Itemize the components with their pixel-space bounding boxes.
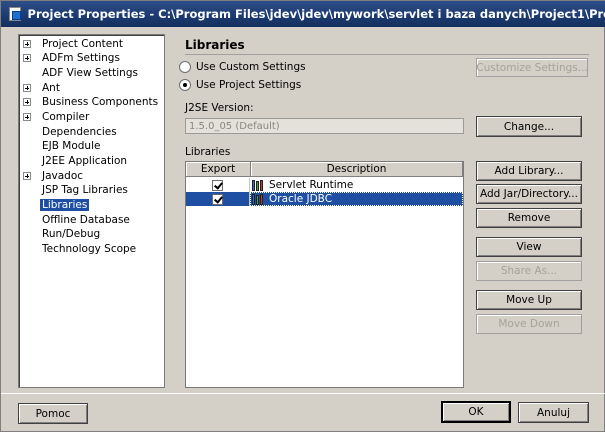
library-name: Oracle JDBC — [269, 193, 333, 205]
tree-item-ejb-module[interactable]: EJB Module — [19, 139, 164, 153]
share-as-button[interactable]: Share As... — [476, 261, 582, 281]
libraries-label: Libraries — [185, 146, 231, 158]
use-custom-settings-radio[interactable]: Use Custom Settings — [179, 60, 306, 74]
export-checkbox[interactable] — [212, 193, 223, 205]
library-icon — [252, 179, 266, 191]
tree-item-jsp-tag-libraries[interactable]: JSP Tag Libraries — [19, 183, 164, 197]
view-button[interactable]: View — [476, 237, 582, 257]
help-button[interactable]: Pomoc — [18, 403, 88, 424]
add-library-button[interactable]: Add Library... — [476, 161, 582, 181]
tree-item-javadoc[interactable]: Javadoc — [19, 169, 164, 183]
add-jar-directory-button[interactable]: Add Jar/Directory... — [476, 184, 582, 204]
title-divider — [185, 54, 589, 55]
expand-icon[interactable] — [23, 172, 31, 180]
cancel-button[interactable]: Anuluj — [518, 402, 589, 423]
customize-settings-button[interactable]: Customize Settings... — [476, 58, 588, 77]
export-checkbox[interactable] — [212, 179, 223, 191]
j2se-version-field: 1.5.0_05 (Default) — [185, 118, 464, 134]
footer-divider — [1, 393, 605, 394]
table-header: Export Description — [186, 162, 463, 177]
use-project-settings-radio[interactable]: Use Project Settings — [179, 78, 301, 92]
tree-item-run-debug[interactable]: Run/Debug — [19, 227, 164, 241]
tree-item-business-components[interactable]: Business Components — [19, 95, 164, 109]
tree-item-adfm-settings[interactable]: ADFm Settings — [19, 51, 164, 65]
project-properties-dialog: Project Properties - C:\Program Files\jd… — [0, 0, 605, 432]
tree-item-dependencies[interactable]: Dependencies — [19, 125, 164, 139]
project-icon — [7, 6, 22, 22]
libraries-table[interactable]: Export Description Servlet Runtime Oracl… — [185, 161, 464, 388]
tree-item-libraries[interactable]: Libraries — [19, 198, 164, 212]
table-row[interactable]: Oracle JDBC — [186, 192, 463, 206]
tree-item-offline-database[interactable]: Offline Database — [19, 213, 164, 227]
change-button[interactable]: Change... — [476, 116, 582, 137]
tree-item-compiler[interactable]: Compiler — [19, 110, 164, 124]
expand-icon[interactable] — [23, 84, 31, 92]
table-row[interactable]: Servlet Runtime — [186, 178, 463, 192]
tree-item-ant[interactable]: Ant — [19, 81, 164, 95]
ok-button[interactable]: OK — [441, 401, 511, 423]
radio-unchecked-icon[interactable] — [179, 61, 191, 73]
column-header-export[interactable]: Export — [186, 162, 251, 177]
library-name: Servlet Runtime — [269, 179, 354, 191]
expand-icon[interactable] — [23, 98, 31, 106]
settings-tree[interactable]: Project Content ADFm Settings ADF View S… — [18, 34, 165, 388]
tree-item-project-content[interactable]: Project Content — [19, 37, 164, 51]
title-bar[interactable]: Project Properties - C:\Program Files\jd… — [1, 1, 605, 27]
move-up-button[interactable]: Move Up — [476, 290, 582, 310]
move-down-button[interactable]: Move Down — [476, 314, 582, 334]
tree-item-technology-scope[interactable]: Technology Scope — [19, 242, 164, 256]
expand-icon[interactable] — [23, 40, 31, 48]
j2se-version-label: J2SE Version: — [185, 102, 254, 114]
tree-item-adf-view-settings[interactable]: ADF View Settings — [19, 66, 164, 80]
column-header-description[interactable]: Description — [251, 162, 463, 177]
tree-item-j2ee-application[interactable]: J2EE Application — [19, 154, 164, 168]
panel-title: Libraries — [185, 38, 245, 52]
expand-icon[interactable] — [23, 113, 31, 121]
window-title: Project Properties - C:\Program Files\jd… — [27, 7, 605, 21]
library-icon — [252, 193, 266, 205]
remove-button[interactable]: Remove — [476, 208, 582, 228]
expand-icon[interactable] — [23, 54, 31, 62]
radio-checked-icon[interactable] — [179, 79, 191, 91]
